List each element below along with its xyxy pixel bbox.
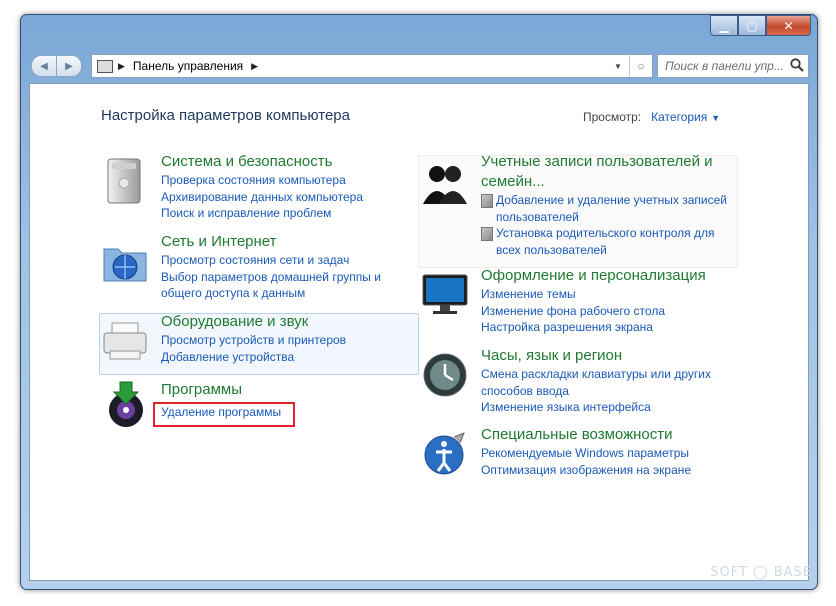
category-link[interactable]: Добавление устройства [161, 349, 346, 366]
watermark: SOFT ◯ BASE [710, 565, 812, 580]
search-box[interactable]: Поиск в панели упр... [657, 54, 809, 78]
category-title[interactable]: Система и безопасность [161, 152, 363, 172]
category-link[interactable]: Выбор параметров домашней группы и [161, 269, 381, 286]
category-title[interactable]: Оформление и персонализация [481, 266, 706, 286]
category-link[interactable]: Настройка разрешения экрана [481, 319, 706, 336]
accessibility-icon [424, 432, 465, 475]
category-link[interactable]: Проверка состояния компьютера [161, 172, 363, 189]
category-link[interactable]: Изменение темы [481, 286, 706, 303]
highlight-box [153, 402, 295, 427]
category-link[interactable]: Рекомендуемые Windows параметры [481, 445, 691, 462]
category-clock-language-region: Часы, язык и регион Смена раскладки клав… [481, 346, 711, 416]
computer-tower-icon [107, 158, 141, 204]
back-arrow-icon: ◀ [40, 60, 48, 72]
clock-icon [423, 353, 467, 397]
category-link[interactable]: Установка родительского контроля для всех… [481, 225, 727, 258]
search-icon[interactable] [789, 57, 805, 73]
monitor-icon [422, 274, 468, 314]
breadcrumb-control-panel[interactable]: Панель управления [133, 59, 243, 73]
forward-arrow-icon: ▶ [65, 60, 73, 72]
printer-icon [103, 322, 147, 360]
category-link[interactable]: Просмотр устройств и принтеров [161, 332, 346, 349]
address-dropdown-icon[interactable]: ▼ [608, 55, 628, 77]
close-button[interactable]: ✕ [766, 15, 811, 36]
refresh-icon[interactable]: ○ [629, 55, 652, 77]
back-button[interactable]: ◀ [31, 55, 57, 77]
shield-icon [481, 227, 493, 241]
category-title[interactable]: Сеть и Интернет [161, 232, 381, 252]
user-accounts-icon [423, 166, 467, 204]
category-link[interactable]: Архивирование данных компьютера [161, 189, 363, 206]
control-panel-icon [97, 59, 113, 73]
control-panel-window: ▁ ▢ ✕ ◀ ▶ ▶ Панель управления ▶ ▼ ○ Поис… [20, 14, 818, 590]
category-appearance: Оформление и персонализация Изменение те… [481, 266, 706, 336]
view-dropdown[interactable]: Категория [651, 110, 707, 124]
forward-button[interactable]: ▶ [56, 55, 82, 77]
category-network-internet: Сеть и Интернет Просмотр состояния сети … [161, 232, 381, 302]
chevron-down-icon[interactable]: ▼ [711, 113, 720, 123]
category-title[interactable]: семейн... [481, 172, 727, 192]
view-label: Просмотр: [583, 110, 642, 124]
maximize-button[interactable]: ▢ [738, 15, 766, 36]
caption-buttons: ▁ ▢ ✕ [710, 15, 811, 36]
view-selector: Просмотр: Категория ▼ [583, 110, 720, 124]
navigation-bar: ◀ ▶ ▶ Панель управления ▶ ▼ ○ Поиск в па… [29, 51, 809, 79]
breadcrumb-arrow-icon[interactable]: ▶ [118, 61, 125, 72]
category-link[interactable]: Оптимизация изображения на экране [481, 462, 691, 479]
address-bar[interactable]: ▶ Панель управления ▶ ▼ ○ [91, 54, 653, 78]
category-link[interactable]: Поиск и исправление проблем [161, 205, 363, 222]
category-link[interactable]: Изменение фона рабочего стола [481, 303, 706, 320]
category-user-accounts: Учетные записи пользователей и семейн...… [481, 152, 727, 258]
network-globe-icon [103, 248, 147, 282]
programs-disc-icon [109, 381, 143, 427]
category-title[interactable]: Учетные записи пользователей и [481, 152, 727, 172]
category-accessibility: Специальные возможности Рекомендуемые Wi… [481, 425, 691, 478]
category-link[interactable]: Изменение языка интерфейса [481, 399, 711, 416]
category-link[interactable]: Просмотр состояния сети и задач [161, 252, 381, 269]
category-title[interactable]: Специальные возможности [481, 425, 691, 445]
category-title[interactable]: Программы [161, 380, 281, 400]
category-link[interactable]: способов ввода [481, 383, 711, 400]
search-input[interactable]: Поиск в панели упр... [658, 59, 789, 73]
category-hardware-sound: Оборудование и звук Просмотр устройств и… [161, 312, 346, 365]
shield-icon [481, 194, 493, 208]
category-title[interactable]: Часы, язык и регион [481, 346, 711, 366]
category-link[interactable]: общего доступа к данным [161, 285, 381, 302]
category-system-security: Система и безопасность Проверка состояни… [161, 152, 363, 222]
content-area: Настройка параметров компьютера Просмотр… [29, 83, 809, 581]
category-link[interactable]: Смена раскладки клавиатуры или других [481, 366, 711, 383]
category-link[interactable]: Добавление и удаление учетных записей пол… [481, 192, 727, 225]
page-title: Настройка параметров компьютера [101, 107, 350, 124]
breadcrumb-arrow-icon[interactable]: ▶ [251, 61, 258, 72]
category-title[interactable]: Оборудование и звук [161, 312, 346, 332]
minimize-button[interactable]: ▁ [710, 15, 738, 36]
